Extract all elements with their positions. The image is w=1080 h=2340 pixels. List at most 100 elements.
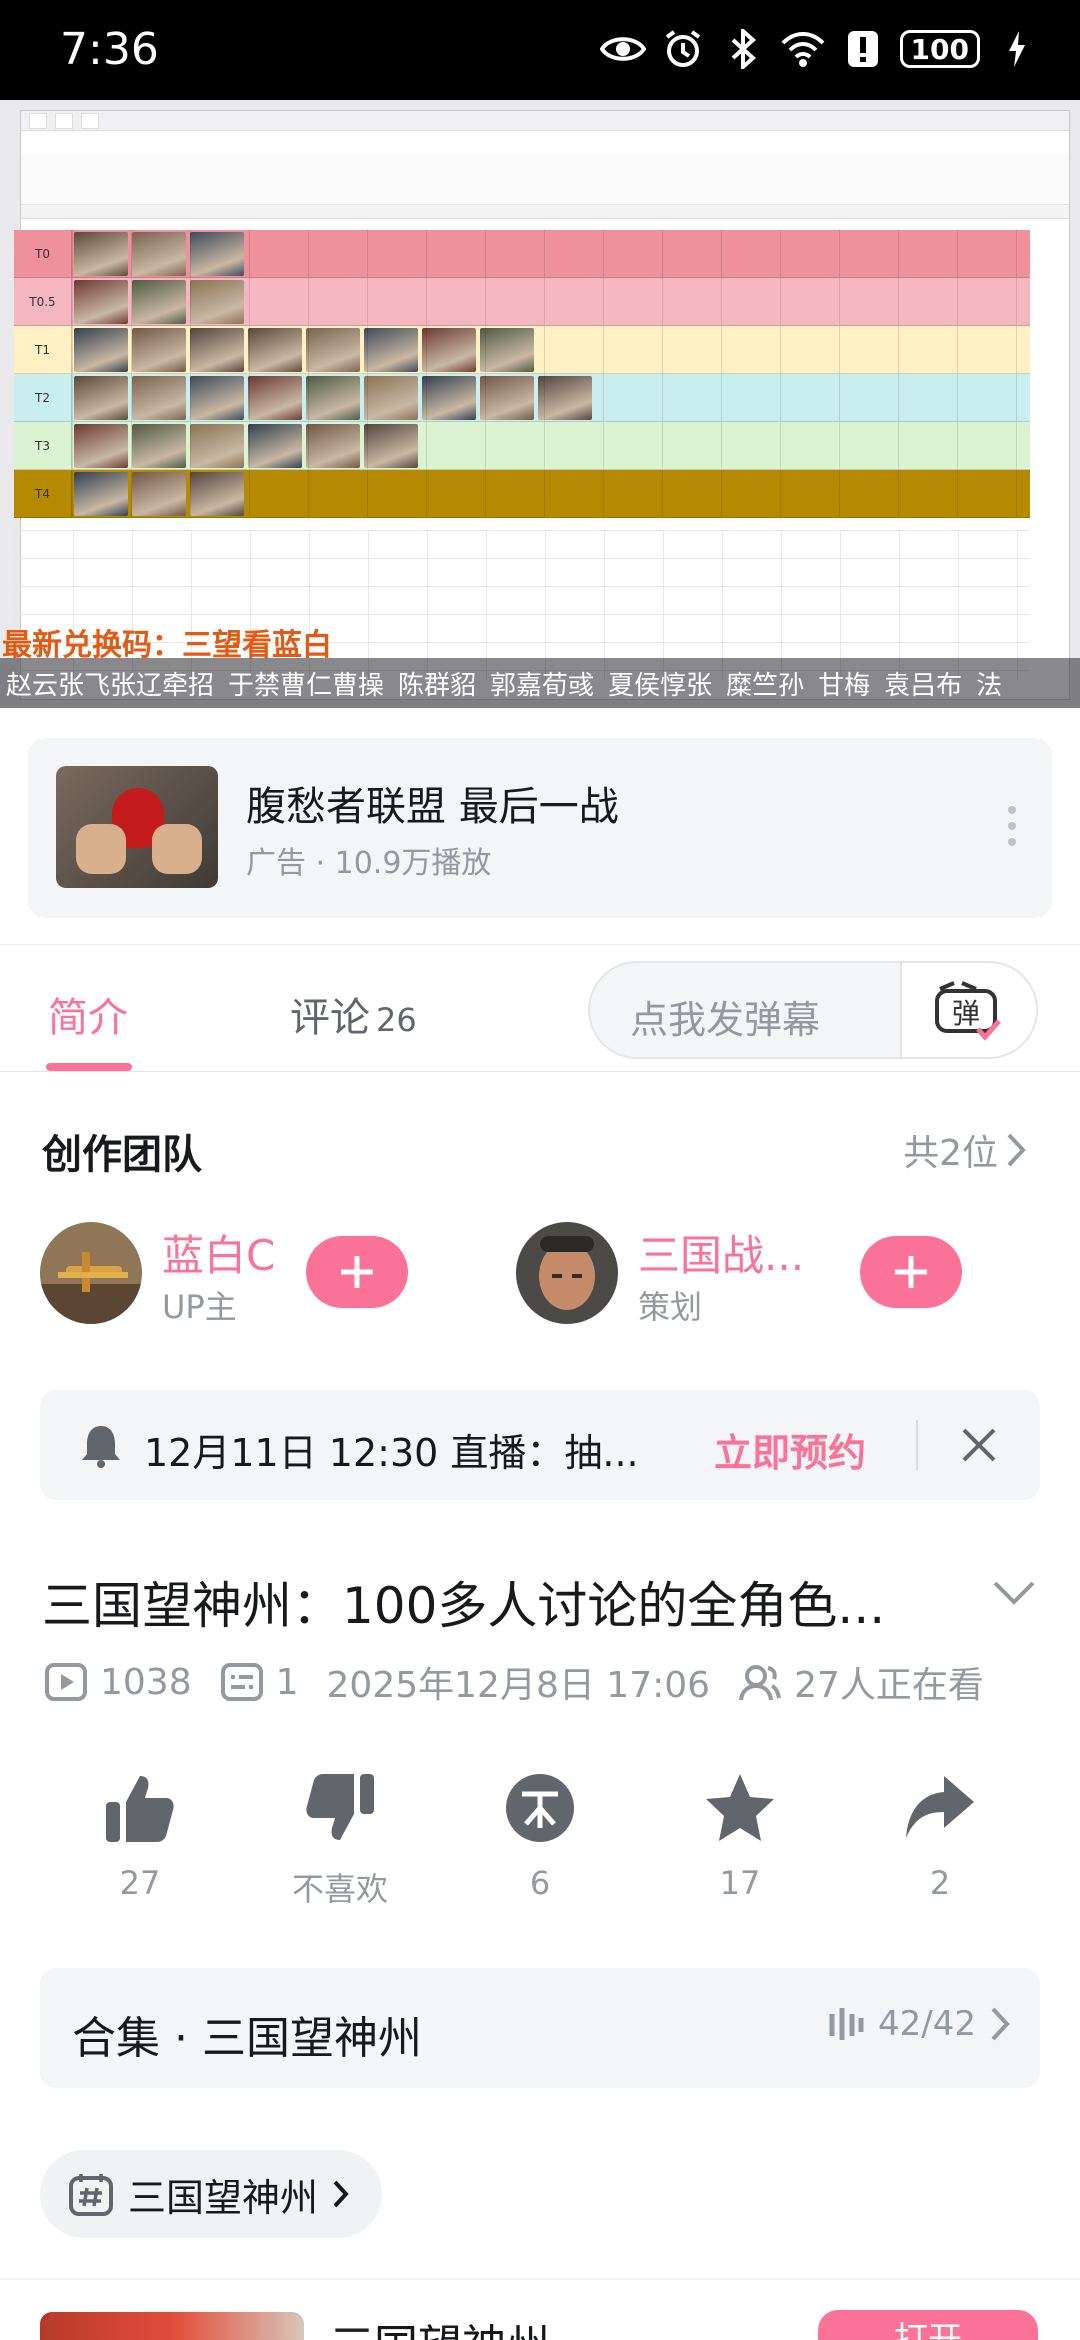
topic-tag[interactable]: 三国望神州 [40,2150,383,2238]
sheet-ribbon [21,155,1069,205]
danmaku-item: 夏侯惇张 [608,670,713,701]
creator-avatar[interactable] [40,1222,142,1324]
tier-cells [72,470,1030,517]
coin-button[interactable]: 6 [440,1770,640,1902]
tier-label: T2 [14,374,72,421]
character-portrait [74,280,128,324]
dislike-label: 不喜欢 [291,1870,388,1908]
open-app-button[interactable]: 打开 [818,2310,1038,2340]
collection-progress: 42/42 [828,2004,1010,2044]
recommend-title[interactable]: 三国望神州 [330,2310,550,2340]
character-portrait [248,376,302,420]
ad-card[interactable]: 腹愁者联盟 最后一战 广告 · 10.9万播放 [28,738,1052,918]
ad-thumbnail [56,766,218,888]
collection-title: 合集 · 三国望神州 [72,2013,422,2064]
collection-card[interactable]: 合集 · 三国望神州 42/42 [40,1968,1040,2088]
character-portrait [132,232,186,276]
character-portrait [74,472,128,516]
chevron-right-icon [1007,1133,1026,1167]
like-button[interactable]: 27 [40,1770,240,1902]
play-count: 1038 [100,1661,192,1703]
tab-intro[interactable]: 简介 [48,985,128,1043]
character-portrait [480,376,534,420]
ad-title: 腹愁者联盟 最后一战 [246,784,619,830]
detail-tabs: 简介 评论 26 点我发弹幕 弹 [0,944,1080,1072]
danmaku-btn-label: 弹 [952,997,980,1030]
danmaku-toggle-button[interactable]: 弹 [900,963,1036,1057]
battery-level: 100 [910,32,969,66]
charging-icon [994,26,1040,72]
danmaku-item: 郭嘉荀彧 [490,670,595,701]
character-portrait [190,280,244,324]
divider [0,2278,1080,2280]
coin-icon [506,1774,574,1842]
chevron-down-icon[interactable] [992,1580,1036,1610]
character-portrait [190,472,244,516]
clock: 7:36 [60,24,159,75]
video-stats: 1038 1 2025年12月8日 17:06 27人正在看 [44,1656,984,1708]
bell-icon [78,1422,124,1472]
tier-label: T0.5 [14,278,72,325]
dislike-button[interactable]: 不喜欢 [240,1770,440,1910]
close-icon[interactable] [954,1420,1004,1474]
video-title[interactable]: 三国望神州：100多人讨论的全角色... [42,1566,885,1638]
character-portrait [190,376,244,420]
creator-item[interactable]: 蓝白C UP主 [40,1218,460,1328]
character-portrait [132,376,186,420]
creator-avatar[interactable] [516,1222,618,1324]
character-portrait [74,328,128,372]
character-portrait [248,328,302,372]
viewers-icon [739,1665,782,1701]
team-count[interactable]: 共2位 [903,1124,1026,1176]
tier-cells [72,230,1030,277]
ad-thumbnail-hand [152,824,202,874]
alert-icon [840,26,886,72]
tier-label: T4 [14,470,72,517]
danmaku-item: 于禁曹仁曹操 [228,670,385,701]
character-portrait [74,376,128,420]
share-button[interactable]: 2 [840,1770,1040,1902]
danmaku-item: 糜竺孙 [726,670,805,701]
reserve-button[interactable]: 立即预约 [714,1422,866,1477]
danmaku-input[interactable]: 点我发弹幕 弹 [588,961,1038,1059]
thumbs-up-icon [106,1776,174,1842]
more-options-icon[interactable] [1008,806,1016,846]
creator-role: UP主 [162,1288,237,1326]
video-player[interactable]: T0 T0.5 T1 T2 T3 T4 最新兑换码：三望看蓝白 赵云张飞张辽牵招 于禁曹仁曹… [0,100,1080,708]
ad-thumbnail-hand [76,824,126,874]
share-icon [906,1776,974,1838]
tier-row: T2 [14,374,1030,422]
danmaku-icon: 弹 [935,981,1001,1041]
live-text: 12月11日 12:30 直播：抽... [144,1431,639,1475]
recommend-thumbnail[interactable] [40,2312,304,2340]
star-icon [706,1774,774,1841]
tier-list-grid: T0 T0.5 T1 T2 T3 T4 [14,230,1030,518]
character-portrait [422,376,476,420]
play-count-icon [45,1663,87,1701]
like-count: 27 [119,1864,161,1902]
follow-button[interactable] [306,1236,408,1308]
ad-meta: 广告 · 10.9万播放 [246,846,492,881]
follow-button[interactable] [860,1236,962,1308]
tier-row: T0.5 [14,278,1030,326]
tag-label: 三国望神州 [128,2175,319,2220]
character-portrait [364,424,418,468]
tab-comments[interactable]: 评论 26 [290,985,417,1043]
playlist-icon [829,2008,864,2040]
character-portrait [74,232,128,276]
creator-name[interactable]: 三国战... [638,1222,804,1283]
character-portrait [248,424,302,468]
character-portrait [422,328,476,372]
character-portrait [306,424,360,468]
publish-date: 2025年12月8日 17:06 [326,1665,711,1706]
tier-row: T0 [14,230,1030,278]
status-bar: 7:36 100 [0,0,1080,100]
creator-name[interactable]: 蓝白C [162,1222,275,1283]
creator-item[interactable]: 三国战... 策划 [516,1218,1036,1328]
favorite-button[interactable]: 17 [640,1770,840,1902]
character-portrait [132,328,186,372]
status-icons: 100 [599,26,1040,72]
danmaku-count-icon [220,1663,263,1701]
action-bar: 27 不喜欢 6 17 2 [0,1770,1080,1910]
character-portrait [190,328,244,372]
